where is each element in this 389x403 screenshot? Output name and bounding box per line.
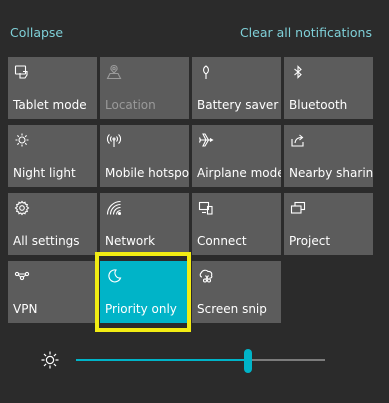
tile-nearby-sharing[interactable]: Nearby sharing <box>284 125 373 187</box>
tile-tablet-mode[interactable]: Tablet mode <box>8 57 97 119</box>
tile-battery-saver[interactable]: Battery saver <box>192 57 281 119</box>
collapse-link[interactable]: Collapse <box>10 25 63 40</box>
tile-screen-snip[interactable]: Screen snip <box>192 261 281 323</box>
tile-location[interactable]: Location <box>100 57 189 119</box>
tile-label: Nearby sharing <box>289 166 373 180</box>
tablet-mode-icon <box>14 64 30 80</box>
connect-icon <box>198 200 214 216</box>
tile-label: Bluetooth <box>289 98 348 112</box>
tile-all-settings[interactable]: All settings <box>8 193 97 255</box>
tile-night-light[interactable]: Night light <box>8 125 97 187</box>
tile-priority-only[interactable]: Priority only <box>100 261 189 323</box>
brightness-slider-fill <box>76 359 248 361</box>
tile-bluetooth[interactable]: Bluetooth <box>284 57 373 119</box>
battery-saver-icon <box>198 64 214 80</box>
tile-label: Night light <box>13 166 76 180</box>
tile-project[interactable]: Project <box>284 193 373 255</box>
tile-label: Connect <box>197 234 247 248</box>
brightness-icon <box>40 350 60 370</box>
tile-network[interactable]: Network <box>100 193 189 255</box>
tile-label: Network <box>105 234 156 248</box>
location-icon <box>106 64 122 80</box>
moon-icon <box>106 268 122 284</box>
tile-label: Mobile hotspot <box>105 166 189 180</box>
clear-all-notifications-link[interactable]: Clear all notifications <box>240 25 372 40</box>
tile-mobile-hotspot[interactable]: Mobile hotspot <box>100 125 189 187</box>
nearby-sharing-icon <box>290 132 306 148</box>
brightness-slider-track[interactable] <box>76 359 325 361</box>
night-light-icon <box>14 132 30 148</box>
tile-label: Screen snip <box>197 302 267 316</box>
action-center: Collapse Clear all notifications Tablet … <box>0 0 389 403</box>
tile-label: Battery saver <box>197 98 279 112</box>
gear-icon <box>14 200 30 216</box>
tile-label: Tablet mode <box>13 98 87 112</box>
tile-label: VPN <box>13 302 38 316</box>
tile-label: All settings <box>13 234 80 248</box>
tile-connect[interactable]: Connect <box>192 193 281 255</box>
airplane-icon <box>198 132 214 148</box>
vpn-icon <box>14 268 30 284</box>
brightness-slider-thumb[interactable] <box>244 349 252 373</box>
tile-label: Location <box>105 98 156 112</box>
tile-vpn[interactable]: VPN <box>8 261 97 323</box>
screen-snip-icon <box>198 268 214 284</box>
project-icon <box>290 200 306 216</box>
tile-label: Project <box>289 234 331 248</box>
tile-label: Priority only <box>105 302 177 316</box>
bluetooth-icon <box>290 64 306 80</box>
mobile-hotspot-icon <box>106 132 122 148</box>
tile-label: Airplane mode <box>197 166 281 180</box>
network-icon <box>106 200 122 216</box>
tile-airplane-mode[interactable]: Airplane mode <box>192 125 281 187</box>
